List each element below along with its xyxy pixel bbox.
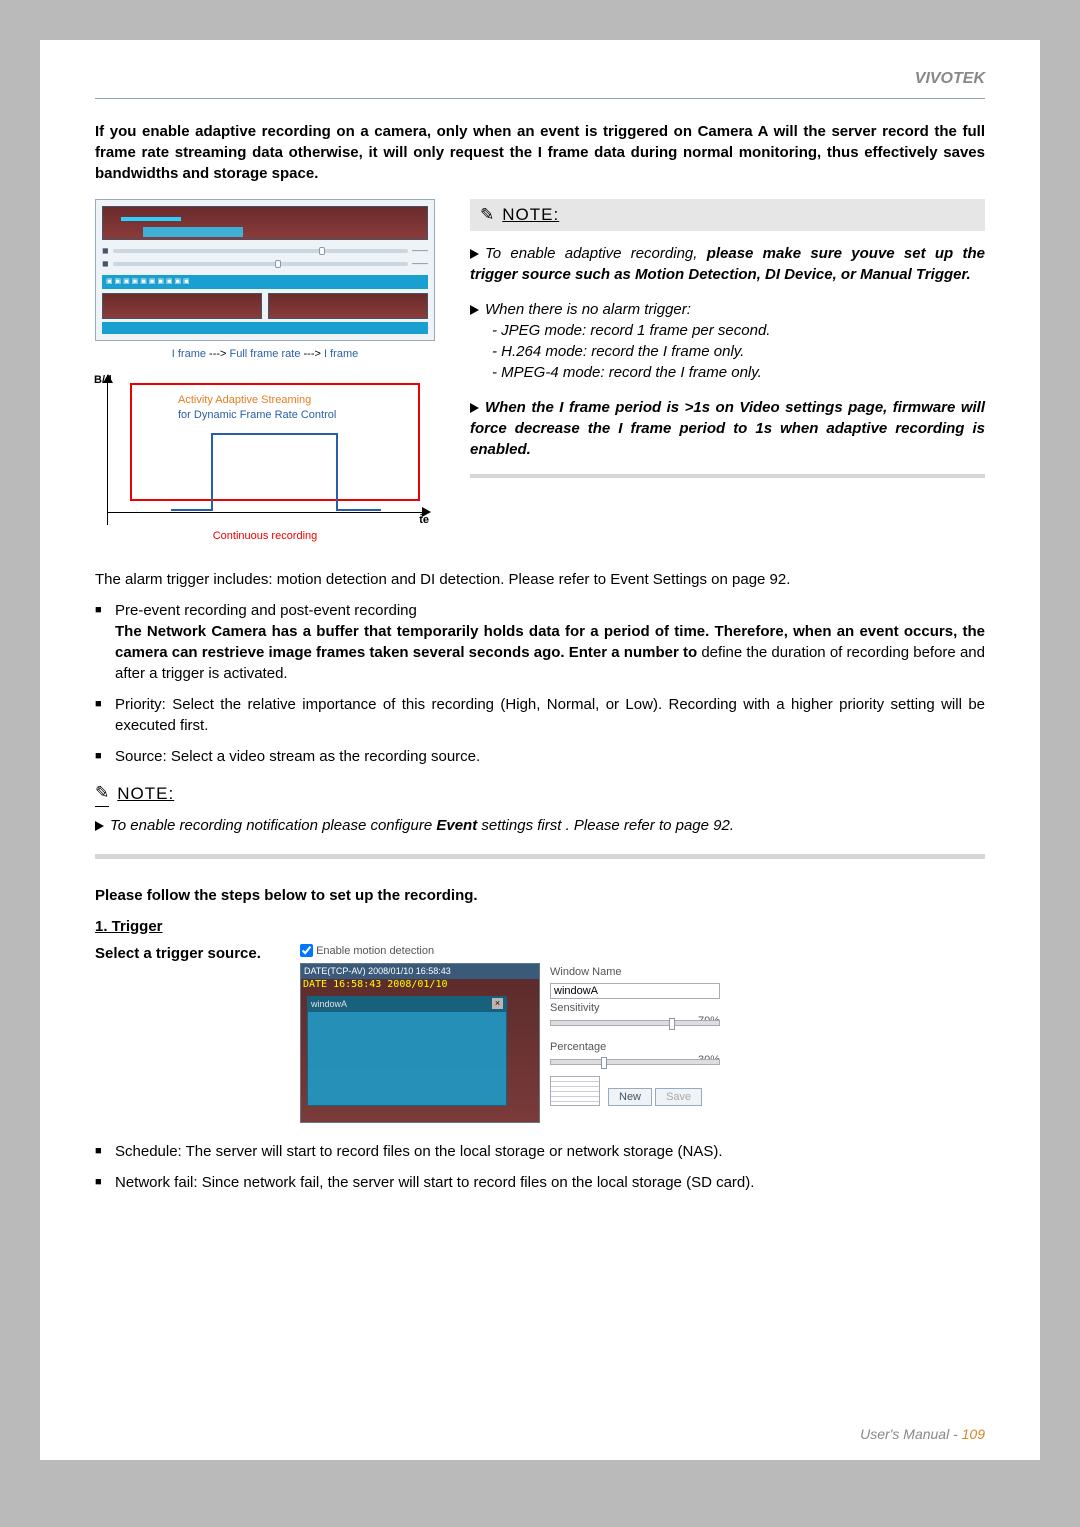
close-icon[interactable]: × bbox=[492, 998, 503, 1009]
window-name-label: Window Name bbox=[550, 965, 720, 980]
note2-text: To enable recording notification please … bbox=[95, 815, 985, 836]
bandwidth-chart: B/d Activity Adaptive Streaming for Dyna… bbox=[107, 375, 435, 525]
bullet-schedule: Schedule: The server will start to recor… bbox=[95, 1141, 985, 1162]
motion-window[interactable]: windowA× bbox=[307, 996, 507, 1106]
section-divider bbox=[95, 854, 985, 859]
motion-controls: Window Name Sensitivity 70% Percentage 3… bbox=[550, 963, 720, 1123]
alarm-paragraph: The alarm trigger includes: motion detec… bbox=[95, 569, 985, 590]
note-divider bbox=[470, 474, 985, 478]
intro-paragraph: If you enable adaptive recording on a ca… bbox=[95, 121, 985, 184]
motion-level-indicator bbox=[550, 1076, 600, 1106]
bullet-network-fail: Network fail: Since network fail, the se… bbox=[95, 1172, 985, 1193]
bullet-pre-post: Pre-event recording and post-event recor… bbox=[95, 600, 985, 684]
note-header: ✎ NOTE: bbox=[470, 199, 985, 231]
motion-detection-screenshot: Enable motion detection DATE(TCP-AV) 200… bbox=[300, 944, 720, 1123]
bullet-priority: Priority: Select the relative importance… bbox=[95, 694, 985, 736]
bullet-arrow-icon bbox=[470, 249, 479, 259]
manual-page: VIVOTEK If you enable adaptive recording… bbox=[40, 40, 1040, 1460]
percentage-slider[interactable] bbox=[550, 1059, 720, 1065]
figure-row: ◼—— ◼—— ▣ ▣ ▣ ▣ ▣ ▣ ▣ ▣ ▣ ▣ I frame --->… bbox=[95, 199, 985, 544]
figure1-caption: I frame ---> Full frame rate ---> I fram… bbox=[95, 347, 435, 362]
enable-motion-label: Enable motion detection bbox=[316, 945, 434, 957]
chart-annotation-aas: Activity Adaptive Streaming bbox=[178, 393, 311, 408]
chart-step-line bbox=[171, 411, 381, 511]
bullet-arrow-icon bbox=[470, 403, 479, 413]
divider bbox=[95, 98, 985, 99]
streaming-panel-screenshot: ◼—— ◼—— ▣ ▣ ▣ ▣ ▣ ▣ ▣ ▣ ▣ ▣ bbox=[95, 199, 435, 341]
content-area: If you enable adaptive recording on a ca… bbox=[40, 121, 1040, 1193]
enable-motion-row: Enable motion detection bbox=[300, 944, 720, 959]
note-box-1: ✎ NOTE: To enable adaptive recording, pl… bbox=[470, 199, 985, 544]
camera-titlebar: DATE(TCP-AV) 2008/01/10 16:58:43 bbox=[301, 964, 539, 979]
bullet-source: Source: Select a video stream as the rec… bbox=[95, 746, 985, 767]
window-name-input[interactable] bbox=[550, 983, 720, 999]
new-button[interactable]: New bbox=[608, 1088, 652, 1106]
chart-caption-continuous: Continuous recording bbox=[95, 529, 435, 544]
pencil-icon: ✎ bbox=[480, 203, 494, 227]
footer: User's Manual - 109 bbox=[860, 1426, 985, 1442]
note-header-2: ✎ NOTE: bbox=[95, 781, 985, 807]
figure-left-column: ◼—— ◼—— ▣ ▣ ▣ ▣ ▣ ▣ ▣ ▣ ▣ ▣ I frame --->… bbox=[95, 199, 435, 544]
save-button[interactable]: Save bbox=[655, 1088, 702, 1106]
enable-motion-checkbox[interactable] bbox=[300, 944, 313, 957]
note-label: NOTE: bbox=[502, 203, 559, 227]
chart-annotation-dfr: for Dynamic Frame Rate Control bbox=[178, 408, 336, 423]
steps-intro: Please follow the steps below to set up … bbox=[95, 885, 985, 906]
pencil-icon: ✎ bbox=[95, 781, 109, 807]
footer-label: User's Manual - bbox=[860, 1426, 961, 1442]
note-label: NOTE: bbox=[117, 782, 174, 806]
step1-subline: Select a trigger source. bbox=[95, 945, 261, 962]
bullet-arrow-icon bbox=[95, 821, 104, 831]
note1-bullet1: To enable adaptive recording, please mak… bbox=[470, 243, 985, 285]
brand-label: VIVOTEK bbox=[40, 70, 1040, 98]
page-number: 109 bbox=[962, 1426, 985, 1442]
sensitivity-slider[interactable] bbox=[550, 1020, 720, 1026]
camera-preview: DATE(TCP-AV) 2008/01/10 16:58:43 DATE 16… bbox=[300, 963, 540, 1123]
note1-bullet3: When the I frame period is >1s on Video … bbox=[470, 397, 985, 460]
step1-heading: 1. Trigger bbox=[95, 916, 985, 937]
camera-osd: DATE 16:58:43 2008/01/10 bbox=[303, 978, 448, 992]
note1-bullet2: When there is no alarm trigger: - JPEG m… bbox=[470, 299, 985, 383]
bullet-arrow-icon bbox=[470, 305, 479, 315]
